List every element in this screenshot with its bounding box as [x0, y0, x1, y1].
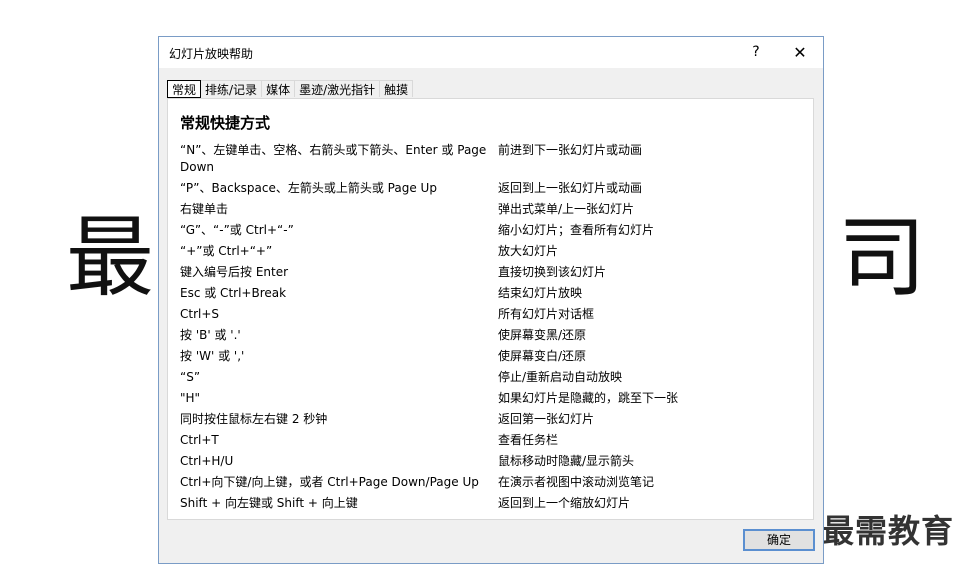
shortcut-keys: Esc 或 Ctrl+Break	[180, 286, 287, 300]
shortcut-description: 弹出式菜单/上一张幻灯片	[498, 202, 635, 216]
shortcut-keys: 按 'W' 或 ','	[180, 349, 245, 363]
tab-rehearse-record[interactable]: 排练/记录	[200, 80, 263, 97]
shortcut-keys: Ctrl+向下键/向上键，或者 Ctrl+Page Down/Page Up	[180, 475, 479, 489]
shortcut-description: 使屏幕变白/还原	[498, 349, 587, 363]
shortcut-keys: “S”	[180, 370, 201, 384]
shortcut-description: 如果幻灯片是隐藏的，跳至下一张	[498, 391, 679, 405]
shortcut-description: 缩小幻灯片；查看所有幻灯片	[498, 223, 655, 237]
shortcut-description: 前进到下一张幻灯片或动画	[498, 143, 643, 157]
dialog-title: 幻灯片放映帮助	[169, 47, 254, 61]
shortcut-description: 返回到上一个缩放幻灯片	[498, 496, 631, 510]
shortcut-description: 所有幻灯片对话框	[498, 307, 595, 321]
help-icon[interactable]: ?	[733, 37, 779, 68]
close-icon[interactable]: ✕	[777, 37, 823, 68]
tab-general[interactable]: 常规	[167, 80, 202, 98]
shortcut-keys: 键入编号后按 Enter	[180, 265, 289, 279]
shortcut-keys: “+”或 Ctrl+“+”	[180, 244, 273, 258]
shortcut-description: 在演示者视图中滚动浏览笔记	[498, 475, 655, 489]
shortcut-keys: 同时按住鼠标左右键 2 秒钟	[180, 412, 328, 426]
shortcut-description: 返回到上一张幻灯片或动画	[498, 181, 643, 195]
shortcut-keys: “G”、“-”或 Ctrl+“-”	[180, 223, 294, 237]
shortcut-keys: Ctrl+H/U	[180, 454, 234, 468]
shortcut-keys: Ctrl+T	[180, 433, 219, 447]
dialog-titlebar: 幻灯片放映帮助 ? ✕	[159, 37, 823, 68]
background-large-char-left: 最	[66, 206, 155, 309]
shortcut-description: 鼠标移动时隐藏/显示箭头	[498, 454, 635, 468]
shortcut-description: 结束幻灯片放映	[498, 286, 583, 300]
tab-media[interactable]: 媒体	[261, 80, 296, 97]
shortcut-keys: Ctrl+S	[180, 307, 220, 321]
shortcut-keys: Shift + 向左键或 Shift + 向上键	[180, 496, 358, 510]
tab-ink-laser-pointer[interactable]: 墨迹/激光指针	[294, 80, 381, 97]
tab-touch[interactable]: 触摸	[379, 80, 414, 97]
shortcut-keys: 右键单击	[180, 202, 229, 216]
shortcut-description: 返回第一张幻灯片	[498, 412, 595, 426]
shortcut-keys: “N”、左键单击、空格、右箭头或下箭头、Enter 或 Page Down	[180, 143, 487, 174]
shortcut-description: 放大幻灯片	[498, 244, 559, 258]
shortcut-keys: “P”、Backspace、左箭头或上箭头或 Page Up	[180, 181, 437, 195]
shortcut-description: 停止/重新启动自动放映	[498, 370, 623, 384]
tab-panel-general: 常规快捷方式 “N”、左键单击、空格、右箭头或下箭头、Enter 或 Page …	[167, 98, 814, 520]
brand-watermark: 最需教育	[822, 512, 955, 550]
shortcut-keys: "H"	[180, 391, 201, 405]
section-heading: 常规快捷方式	[180, 114, 271, 132]
shortcut-description: 查看任务栏	[498, 433, 559, 447]
ok-button[interactable]: 确定	[743, 529, 815, 551]
tab-strip: 常规 排练/记录 媒体 墨迹/激光指针 触摸	[167, 80, 414, 98]
background-large-char-right: 司	[838, 206, 927, 309]
shortcut-keys: 按 'B' 或 '.'	[180, 328, 241, 342]
slideshow-help-dialog: 幻灯片放映帮助 ? ✕ 常规 排练/记录 媒体 墨迹/激光指针 触摸 常规快捷方…	[158, 36, 824, 564]
shortcut-description: 使屏幕变黑/还原	[498, 328, 587, 342]
shortcut-description: 直接切换到该幻灯片	[498, 265, 607, 279]
